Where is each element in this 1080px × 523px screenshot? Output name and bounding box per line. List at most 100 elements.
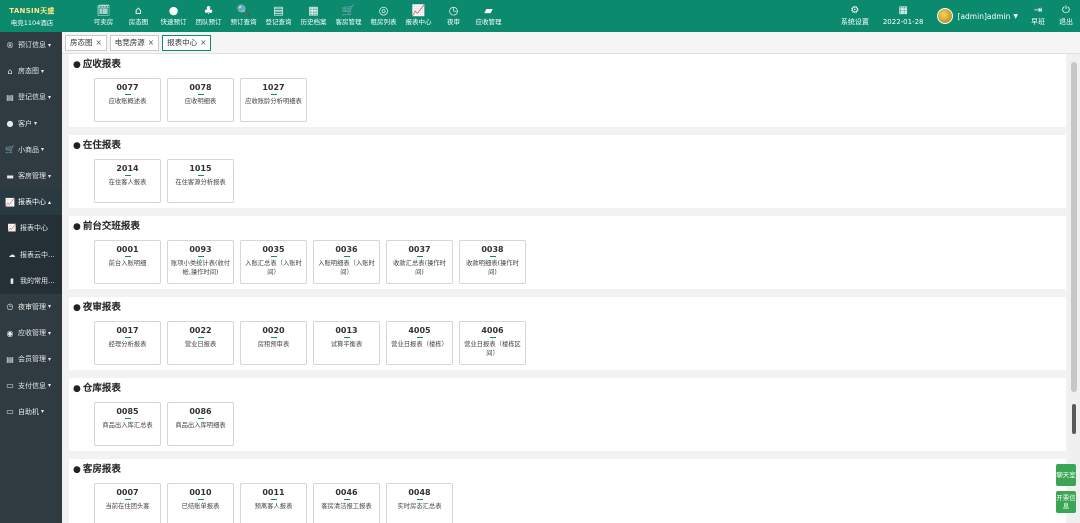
close-icon[interactable]: × — [148, 38, 154, 47]
report-card[interactable]: 0020 房租预审表 — [240, 321, 307, 365]
tab-2[interactable]: 报表中心 × — [162, 34, 212, 51]
shift-button[interactable]: ⇥ 早班 — [1024, 0, 1052, 32]
report-name: 房租预审表 — [257, 341, 290, 348]
report-card[interactable]: 1015 在住客源分析报表 — [167, 159, 234, 203]
sidebar-item-1[interactable]: ⌂ 房态图 ▾ — [0, 58, 62, 84]
user-name: [admin]admin — [957, 11, 1011, 21]
topnav-item-10[interactable]: ◷ 夜审 — [436, 0, 471, 32]
user-menu[interactable]: [admin]admin ▼ — [931, 8, 1024, 24]
sidebar-item-5[interactable]: ▬ 客房管理 ▾ — [0, 163, 62, 189]
topnav-label: 团队预订 — [195, 18, 222, 26]
logout-button[interactable]: ⏻ 退出 — [1052, 0, 1080, 32]
report-name: 前台入账明细 — [108, 260, 147, 267]
report-code-underline — [343, 337, 350, 338]
sidebar-item-3[interactable]: ● 客户 ▾ — [0, 111, 62, 137]
section-title-text: 在住报表 — [82, 140, 121, 151]
report-card[interactable]: 2014 在住客人报表 — [94, 159, 161, 203]
report-card[interactable]: 4005 营业日报表（楼栋） — [386, 321, 453, 365]
sidebar-item-label: 报表中心 — [18, 198, 46, 207]
report-card[interactable]: 0077 应收账概述表 — [94, 78, 161, 122]
report-card[interactable]: 0046 客房清洁报工报表 — [313, 483, 380, 523]
report-card[interactable]: 0036 入账明细表（入账时间） — [313, 240, 380, 284]
report-card[interactable]: 0011 预离客人报表 — [240, 483, 307, 523]
close-icon[interactable]: × — [200, 38, 206, 47]
report-card[interactable]: 0086 商品出入库明细表 — [167, 402, 234, 446]
scrollbar[interactable] — [1068, 54, 1080, 523]
topnav-item-1[interactable]: ⌂ 房态图 — [121, 0, 156, 32]
report-name: 实时房态汇总表 — [397, 503, 442, 510]
report-card[interactable]: 0013 试算平衡表 — [313, 321, 380, 365]
system-settings-label: 系统设置 — [840, 18, 869, 26]
report-card[interactable]: 0022 营业日报表 — [167, 321, 234, 365]
section-title: ● 在住报表 — [73, 137, 121, 151]
topnav-item-8[interactable]: ◎ 租房列表 — [366, 0, 401, 32]
sidebar-item-6[interactable]: 📈 报表中心 ▴ — [0, 189, 62, 216]
sidebar-item-14[interactable]: ▭ 自助机 ▾ — [0, 399, 62, 425]
sidebar-item-9[interactable]: ▮ 我的常用... — [0, 267, 62, 294]
report-name: 应收明细表 — [184, 98, 217, 105]
report-code: 2014 — [116, 164, 139, 173]
report-card[interactable]: 0001 前台入账明细 — [94, 240, 161, 284]
topnav-item-6[interactable]: ▦ 历史档案 — [296, 0, 331, 32]
topnav-item-11[interactable]: ▰ 应收管理 — [471, 0, 506, 32]
report-card[interactable]: 0007 当前在住团头客 — [94, 483, 161, 523]
sidebar-item-8[interactable]: ☁ 报表云中... — [0, 241, 62, 268]
topnav-item-3[interactable]: ♣ 团队预订 — [191, 0, 226, 32]
invoice-info-button[interactable]: 开票信息 — [1056, 491, 1076, 513]
id-card-icon: ▤ — [273, 4, 284, 17]
chevron-down-icon: ▾ — [48, 93, 52, 101]
scrollbar-thumb[interactable] — [1071, 62, 1077, 392]
tab-0[interactable]: 房态图 × — [65, 34, 107, 51]
report-code: 0085 — [116, 407, 139, 416]
report-card[interactable]: 0017 经理分析报表 — [94, 321, 161, 365]
sidebar-item-2[interactable]: ▤ 登记信息 ▾ — [0, 84, 62, 110]
report-card[interactable]: 0078 应收明细表 — [167, 78, 234, 122]
sidebar-item-label: 报表云中... — [20, 250, 55, 259]
report-code: 0007 — [116, 488, 139, 497]
sidebar-item-4[interactable]: 🛒 小商品 ▾ — [0, 137, 62, 163]
topnav-item-7[interactable]: 🛒 客房管理 — [331, 0, 366, 32]
report-code: 1027 — [262, 83, 285, 92]
report-card[interactable]: 4006 营业日报表（楼栋区间） — [459, 321, 526, 365]
sidebar-item-11[interactable]: ◉ 应收管理 ▾ — [0, 320, 62, 346]
topnav-item-0[interactable]: 🗓 可卖房 — [86, 0, 121, 32]
tab-label: 电竞房源 — [114, 38, 145, 47]
report-card[interactable]: 0085 商品出入库汇总表 — [94, 402, 161, 446]
topnav-item-2[interactable]: ● 快速预订 — [156, 0, 191, 32]
business-date[interactable]: ▦ 2022-01-28 — [876, 0, 931, 32]
sidebar-item-0[interactable]: ® 预订信息 ▾ — [0, 32, 62, 58]
topnav-item-5[interactable]: ▤ 登记查询 — [261, 0, 296, 32]
sidebar-item-12[interactable]: ▤ 会员管理 ▾ — [0, 346, 62, 372]
cart-icon: 🛒 — [341, 4, 356, 17]
report-card[interactable]: 0035 入账汇总表（入账时间） — [240, 240, 307, 284]
bullet-icon: ● — [73, 384, 81, 394]
topnav-item-9[interactable]: 📈 报表中心 — [401, 0, 436, 32]
sidebar-item-label: 支付信息 — [18, 381, 46, 390]
close-icon[interactable]: × — [96, 38, 102, 47]
report-name: 在住客源分析报表 — [175, 179, 226, 186]
sidebar-item-10[interactable]: ◷ 夜审管理 ▾ — [0, 294, 62, 320]
report-card[interactable]: 0038 收款明细表(操作时间) — [459, 240, 526, 284]
report-cards: 0007 当前在住团头客 0010 已结账单报表 0011 预离客人报表 0046 客房清洁报… — [94, 483, 459, 523]
report-code-underline — [416, 337, 423, 338]
chevron-down-icon: ▾ — [48, 355, 52, 363]
report-card[interactable]: 1027 应收账龄分析明细表 — [240, 78, 307, 122]
report-name: 当前在住团头客 — [105, 503, 150, 510]
sidebar-item-13[interactable]: ▭ 支付信息 ▾ — [0, 372, 62, 398]
report-code-underline — [197, 499, 204, 500]
chevron-down-icon: ▾ — [48, 382, 52, 390]
report-card[interactable]: 0037 收款汇总表(操作时间) — [386, 240, 453, 284]
tab-1[interactable]: 电竞房源 × — [109, 34, 160, 51]
chat-room-button[interactable]: 聊天室 — [1056, 464, 1076, 486]
system-settings-button[interactable]: ⚙ 系统设置 — [834, 0, 876, 32]
report-card[interactable]: 0048 实时房态汇总表 — [386, 483, 453, 523]
report-card[interactable]: 0093 账项小类统计表(收付帐,操作时间) — [167, 240, 234, 284]
report-code-underline — [124, 337, 131, 338]
topnav-item-4[interactable]: 🔍 预订查询 — [226, 0, 261, 32]
bullet-icon: ● — [73, 465, 81, 475]
report-card[interactable]: 0010 已结账单报表 — [167, 483, 234, 523]
sidebar-item-7[interactable]: 📈 报表中心 — [0, 215, 62, 242]
report-code-underline — [124, 418, 131, 419]
report-code: 4005 — [408, 326, 431, 335]
report-code-underline — [197, 337, 204, 338]
